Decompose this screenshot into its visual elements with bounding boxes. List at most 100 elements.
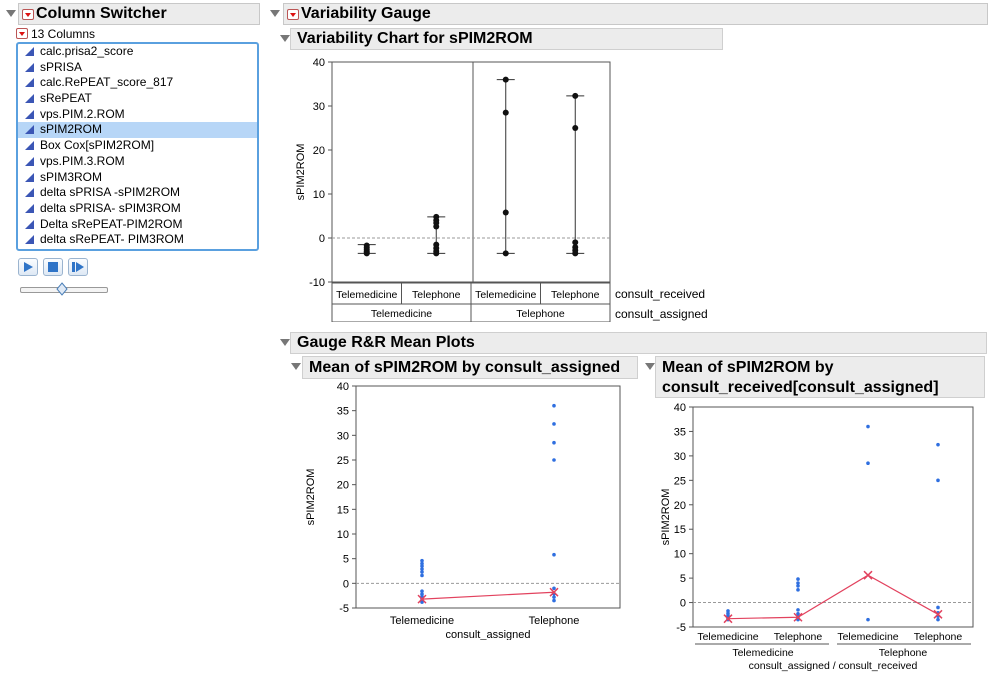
column-item[interactable]: sPRISA [18, 60, 257, 76]
mean-by-received-chart: -5 0 5 10 15 20 25 30 35 40 sPIM2ROM Telemedicine Te… [660, 402, 974, 672]
y-tick-label: 0 [319, 233, 325, 245]
gauge-rr-title: Gauge R&R Mean Plots [297, 334, 475, 351]
y-axis-label: sPIM2ROM [295, 144, 307, 201]
column-item-label: calc.RePEAT_score_817 [40, 75, 174, 90]
x-group-label: Telephone [879, 647, 928, 659]
data-point [866, 617, 870, 622]
data-point [866, 461, 870, 466]
column-item[interactable]: sPIM3ROM [18, 170, 257, 186]
data-point [552, 440, 556, 445]
column-item[interactable]: sRePEAT [18, 91, 257, 107]
column-item[interactable]: calc.prisa2_score [18, 44, 257, 60]
collapse-column-switcher-icon[interactable] [6, 10, 16, 17]
y-tick-label: 35 [337, 406, 349, 418]
columns-menu-icon[interactable] [16, 28, 28, 39]
data-point [572, 250, 579, 257]
column-item[interactable]: delta sPRISA- sPIM3ROM [18, 201, 257, 217]
mean-received-title: Mean of sPIM2ROM by consult_received[con… [662, 359, 939, 396]
x-tick-label: Telephone [529, 615, 580, 627]
column-item-label: delta sPRISA- sPIM3ROM [40, 200, 181, 215]
collapse-mean-received-icon[interactable] [645, 363, 655, 370]
y-tick-label: 40 [674, 402, 686, 414]
y-tick-label: 35 [674, 426, 686, 438]
data-point [552, 403, 556, 408]
column-item-label: sRePEAT [40, 91, 92, 106]
data-point [866, 424, 870, 429]
continuous-column-icon [25, 172, 34, 182]
data-point [552, 586, 556, 591]
data-point [552, 422, 556, 426]
column-item[interactable]: Box Cox[sPIM2ROM] [18, 138, 257, 154]
y-axis-label: sPIM2ROM [660, 489, 672, 546]
continuous-column-icon [25, 219, 34, 229]
data-point [796, 588, 800, 592]
slider-thumb[interactable] [56, 282, 68, 296]
data-point [552, 458, 556, 462]
speed-slider[interactable] [20, 282, 108, 296]
collapse-variability-chart-icon[interactable] [280, 35, 290, 42]
y-axis-label: sPIM2ROM [305, 469, 317, 526]
column-item[interactable]: Delta sRePEAT-PIM2ROM [18, 217, 257, 233]
x-tick-label: Telephone [914, 631, 963, 643]
data-point [420, 570, 424, 574]
column-item[interactable]: calc.RePEAT_score_817 [18, 75, 257, 91]
collapse-mean-assigned-icon[interactable] [291, 363, 301, 370]
data-point [936, 617, 940, 622]
data-point [502, 250, 509, 257]
column-switcher-menu-icon[interactable] [22, 9, 34, 20]
data-point [796, 584, 800, 588]
continuous-column-icon [25, 235, 34, 245]
plot-frame [355, 385, 621, 609]
y-tick-label: 5 [343, 554, 349, 566]
column-list[interactable]: calc.prisa2_score sPRISA calc.RePEAT_score… [16, 42, 259, 251]
mean-received-header: Mean of sPIM2ROM by consult_received[con… [655, 356, 985, 398]
column-item-label: Box Cox[sPIM2ROM] [40, 138, 155, 153]
continuous-column-icon [25, 203, 34, 213]
mean-assigned-title: Mean of sPIM2ROM by consult_assigned [309, 359, 621, 376]
continuous-column-icon [25, 188, 34, 198]
y-tick-label: -5 [676, 622, 686, 634]
column-item[interactable]: vps.PIM.2.ROM [18, 107, 257, 123]
collapse-rr-icon[interactable] [280, 339, 290, 346]
row-label-received: consult_received [615, 287, 705, 301]
data-point [552, 595, 556, 599]
column-switcher-title: Column Switcher [36, 5, 167, 22]
plot-frame [692, 406, 974, 628]
variability-chart-title: Variability Chart for sPIM2ROM [297, 30, 533, 47]
data-point [572, 125, 579, 131]
x-axis-label: consult_assigned / consult_received [749, 660, 918, 672]
data-point [552, 598, 556, 603]
data-point [936, 605, 940, 610]
data-point [433, 223, 440, 230]
x-tick-label: Telemedicine [837, 631, 898, 643]
data-point [572, 92, 579, 99]
play-button[interactable] [18, 258, 38, 276]
column-item-label: vps.PIM.3.ROM [40, 153, 125, 168]
variability-menu-icon[interactable] [287, 9, 299, 20]
step-button[interactable] [68, 258, 88, 276]
x-tick-label: Telephone [774, 631, 823, 643]
x-level-label: Telephone [412, 289, 461, 301]
y-tick-label: 15 [337, 504, 349, 516]
x-tick-label: Telemedicine [390, 615, 454, 627]
data-point [796, 608, 800, 612]
continuous-column-icon [25, 141, 34, 151]
y-tick-label: 0 [680, 598, 686, 610]
column-item[interactable]: delta sPRISA -sPIM2ROM [18, 185, 257, 201]
continuous-column-icon [25, 125, 34, 135]
y-tick-label: 20 [313, 145, 325, 157]
step-icon [72, 262, 84, 272]
data-point [936, 478, 940, 483]
continuous-column-icon [25, 62, 34, 72]
mean-by-assigned-chart: -5 0 5 10 15 20 25 30 35 40 sPIM2ROM Telemedicine Te… [305, 381, 621, 640]
collapse-variability-icon[interactable] [270, 10, 280, 17]
column-item[interactable]: vps.PIM.3.ROM [18, 154, 257, 170]
stop-button[interactable] [43, 258, 63, 276]
data-point [433, 250, 440, 257]
column-item[interactable]: delta sRePEAT- PIM3ROM [18, 232, 257, 248]
column-item[interactable]: sPIM2ROM [18, 122, 257, 139]
x-group-label: Telemedicine [732, 647, 793, 659]
data-point [502, 109, 509, 116]
column-item-label: delta sRePEAT- PIM3ROM [40, 232, 184, 247]
y-tick-label: 0 [343, 578, 349, 590]
